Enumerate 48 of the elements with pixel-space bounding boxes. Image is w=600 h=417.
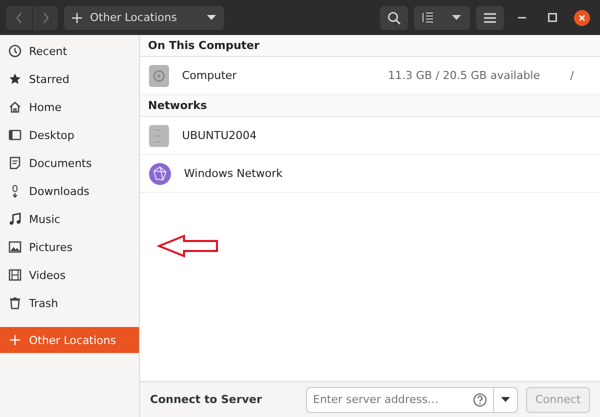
network-globe-icon: [148, 162, 172, 186]
location-button[interactable]: Other Locations: [64, 6, 224, 30]
server-icon: [148, 124, 170, 148]
plus-icon: [8, 333, 22, 347]
minimize-icon: [518, 16, 526, 18]
search-button[interactable]: [380, 6, 408, 30]
section-header: Networks: [140, 95, 600, 117]
menu-button[interactable]: [476, 6, 504, 30]
caret-icon: [501, 396, 510, 402]
sidebar-item[interactable]: Other Locations: [0, 327, 139, 353]
sidebar-item[interactable]: Trash: [0, 289, 139, 317]
location-row[interactable]: Windows Network: [140, 155, 600, 193]
caret-icon: [207, 14, 216, 20]
sidebar-item[interactable]: Recent: [0, 37, 139, 65]
home-icon: [8, 100, 22, 114]
drive-icon: [148, 64, 170, 88]
chevron-right-icon: [42, 12, 50, 24]
plus-icon: [72, 12, 82, 22]
sidebar-item[interactable]: Starred: [0, 65, 139, 93]
document-icon: [8, 156, 22, 170]
server-address-field[interactable]: Enter server address…: [307, 393, 473, 406]
connect-bar: Connect to Server Enter server address… Connect: [140, 381, 600, 417]
annotation-arrow: [157, 234, 219, 258]
menu-icon: [484, 12, 496, 22]
sidebar-item[interactable]: Videos: [0, 261, 139, 289]
trash-icon: [8, 296, 22, 310]
desktop-icon: [8, 128, 22, 142]
star-icon: [8, 72, 22, 86]
list-icon: [422, 12, 434, 23]
caret-icon: [452, 14, 460, 20]
chevron-left-icon: [15, 12, 23, 24]
maximize-icon: [548, 13, 556, 22]
sidebar-item[interactable]: Desktop: [0, 121, 139, 149]
sidebar-item[interactable]: Pictures: [0, 233, 139, 261]
close-icon: [574, 10, 590, 26]
music-note-icon: [8, 212, 22, 226]
film-icon: [8, 268, 22, 282]
server-address-combo[interactable]: Enter server address…: [306, 386, 518, 412]
sidebar-item[interactable]: Music: [0, 205, 139, 233]
location-row[interactable]: UBUNTU2004: [140, 117, 600, 155]
section-header: On This Computer: [140, 35, 600, 57]
picture-icon: [8, 240, 22, 254]
sidebar-item[interactable]: Downloads: [0, 177, 139, 205]
recent-clock-icon: [8, 44, 22, 58]
search-icon: [387, 10, 401, 24]
help-icon[interactable]: [473, 392, 487, 406]
sidebar-item[interactable]: Home: [0, 93, 139, 121]
sidebar-item[interactable]: Documents: [0, 149, 139, 177]
